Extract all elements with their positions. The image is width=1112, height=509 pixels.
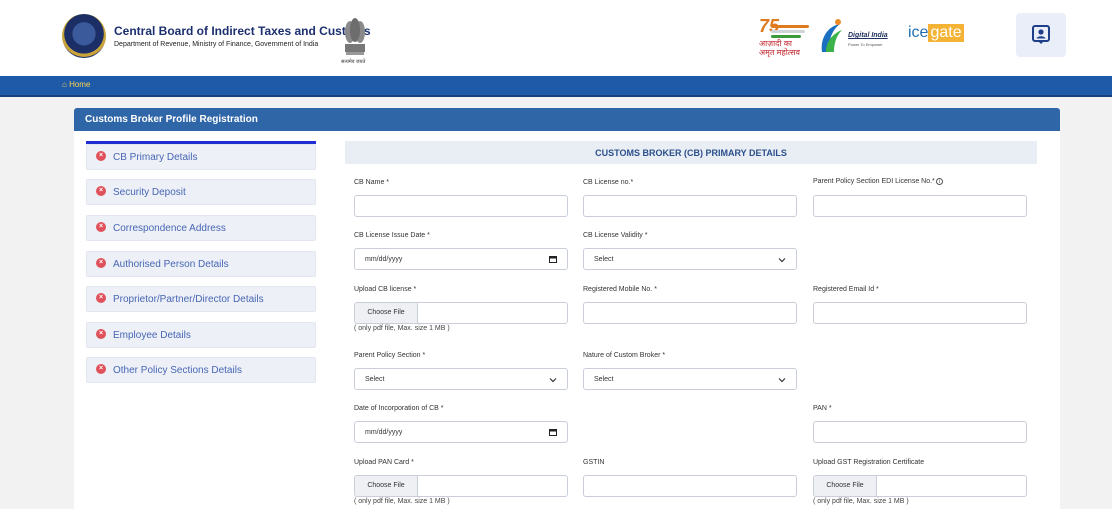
- incomplete-icon: ×: [96, 293, 106, 303]
- panel-header: Customs Broker Profile Registration: [74, 108, 1060, 131]
- issue-date-input[interactable]: mm/dd/yyyy: [354, 248, 568, 270]
- tab-employee-details[interactable]: × Employee Details: [86, 322, 316, 348]
- chevron-down-icon: [778, 258, 786, 263]
- incomplete-icon: ×: [96, 329, 106, 339]
- incomplete-icon: ×: [96, 151, 106, 161]
- panel-title: Customs Broker Profile Registration: [85, 114, 258, 125]
- home-icon: ⌂: [62, 80, 67, 89]
- cb-license-no-input[interactable]: [583, 195, 797, 217]
- emblem-caption: सत्यमेव जयते: [341, 59, 366, 65]
- tab-other-policy-sections-details[interactable]: × Other Policy Sections Details: [86, 357, 316, 383]
- org-subtitle: Department of Revenue, Ministry of Finan…: [114, 41, 319, 48]
- calendar-icon[interactable]: [549, 428, 557, 436]
- parent-policy-section-select[interactable]: Select: [354, 368, 568, 390]
- date-of-incorporation-label: Date of Incorporation of CB *: [354, 405, 444, 412]
- section-header: CUSTOMS BROKER (CB) PRIMARY DETAILS: [345, 141, 1037, 164]
- info-icon[interactable]: i: [935, 178, 943, 185]
- cb-name-input[interactable]: [354, 195, 568, 217]
- incomplete-icon: ×: [96, 222, 106, 232]
- pan-input[interactable]: [813, 421, 1027, 443]
- license-validity-select[interactable]: Select: [583, 248, 797, 270]
- tab-correspondence-address[interactable]: × Correspondence Address: [86, 215, 316, 241]
- cbic-emblem-logo: [62, 14, 106, 58]
- choose-file-button[interactable]: Choose File: [355, 476, 418, 496]
- incomplete-icon: ×: [96, 258, 106, 268]
- pan-label: PAN *: [813, 405, 832, 412]
- gstin-input[interactable]: [583, 475, 797, 497]
- registered-mobile-label: Registered Mobile No. *: [583, 286, 657, 293]
- tab-cb-primary-details[interactable]: × CB Primary Details: [86, 144, 316, 170]
- profile-button[interactable]: [1016, 13, 1066, 57]
- icegate-logo: ice gate: [908, 24, 964, 42]
- upload-gst-label: Upload GST Registration Certificate: [813, 459, 925, 466]
- file-note: ( only pdf file, Max. size 1 MB ): [813, 498, 909, 505]
- upload-gst-file[interactable]: Choose File: [813, 475, 1027, 497]
- incomplete-icon: ×: [96, 186, 106, 196]
- parent-policy-section-label: Parent Policy Section *: [354, 352, 426, 359]
- file-note: ( only pdf file, Max. size 1 MB ): [354, 498, 450, 505]
- tab-authorised-person-details[interactable]: × Authorised Person Details: [86, 251, 316, 277]
- date-of-incorporation-input[interactable]: mm/dd/yyyy: [354, 421, 568, 443]
- license-validity-label: CB License Validity *: [583, 232, 648, 239]
- digital-india-mark-icon: [821, 19, 842, 52]
- parent-edi-license-input[interactable]: [813, 195, 1027, 217]
- upload-cb-license-label: Upload CB license *: [354, 286, 417, 293]
- section-title: CUSTOMS BROKER (CB) PRIMARY DETAILS: [595, 148, 787, 158]
- chevron-down-icon: [778, 378, 786, 383]
- top-navbar: ⌂ Home: [0, 76, 1112, 97]
- cb-name-label: CB Name *: [354, 179, 390, 186]
- incomplete-icon: ×: [96, 364, 106, 374]
- site-header: Central Board of Indirect Taxes and Cust…: [0, 0, 1112, 76]
- registered-email-label: Registered Email Id *: [813, 286, 879, 293]
- nature-of-cb-select[interactable]: Select: [583, 368, 797, 390]
- upload-pan-file[interactable]: Choose File: [354, 475, 568, 497]
- choose-file-button[interactable]: Choose File: [814, 476, 877, 496]
- registered-email-input[interactable]: [813, 302, 1027, 324]
- digital-india-logo: Digital India Power To Empower: [818, 16, 898, 60]
- registered-mobile-input[interactable]: [583, 302, 797, 324]
- home-link[interactable]: ⌂ Home: [62, 80, 90, 89]
- azadi-ka-amrit-mahotsav-logo: 75 आज़ादी का अमृत महोत्सव: [757, 16, 813, 60]
- org-title: Central Board of Indirect Taxes and Cust…: [114, 24, 371, 38]
- choose-file-button[interactable]: Choose File: [355, 303, 418, 323]
- cb-license-no-label: CB License no.*: [583, 179, 634, 186]
- chevron-down-icon: [549, 378, 557, 383]
- upload-cb-license-file[interactable]: Choose File: [354, 302, 568, 324]
- gstin-label: GSTIN: [583, 459, 605, 466]
- tab-proprietor-partner-director-details[interactable]: × Proprietor/Partner/Director Details: [86, 286, 316, 312]
- nature-of-cb-label: Nature of Custom Broker *: [583, 352, 666, 359]
- file-note: ( only pdf file, Max. size 1 MB ): [354, 325, 450, 332]
- ashoka-emblem-icon: [345, 18, 365, 55]
- calendar-icon[interactable]: [549, 255, 557, 263]
- user-badge-icon: [1032, 25, 1050, 44]
- tab-security-deposit[interactable]: × Security Deposit: [86, 179, 316, 205]
- parent-edi-license-label: Parent Policy Section EDI License No.* i: [813, 178, 943, 185]
- issue-date-label: CB License Issue Date *: [354, 232, 430, 239]
- upload-pan-label: Upload PAN Card *: [354, 459, 414, 466]
